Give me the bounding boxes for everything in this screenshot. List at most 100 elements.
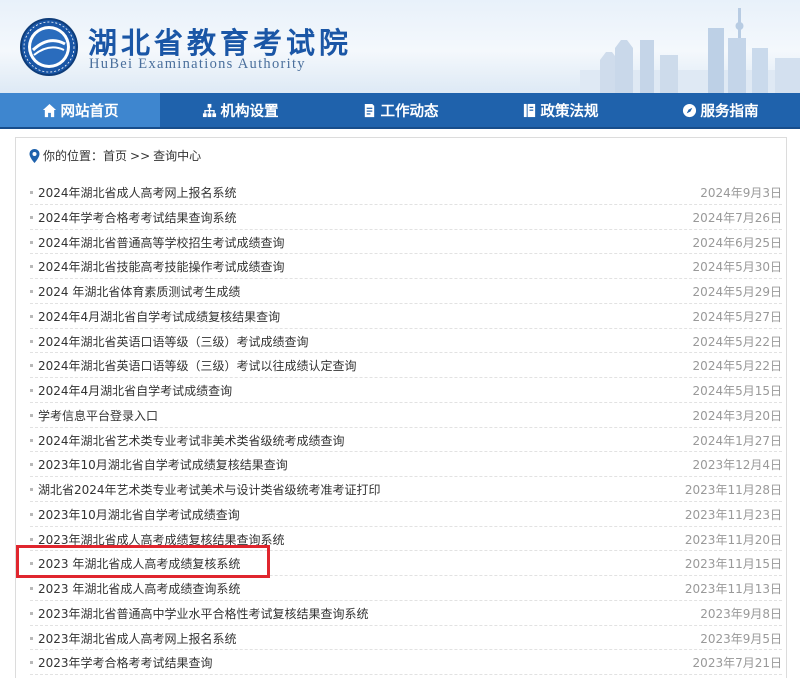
list-item-date: 2023年11月13日 [684, 582, 782, 596]
list-item-link[interactable]: 学考信息平台登录入口 [38, 407, 158, 424]
list-item: 2023年10月湖北省自学考试成绩查询 2023年11月23日 [30, 502, 782, 527]
list-item-link[interactable]: 2023 年湖北省成人高考成绩查询系统 [38, 580, 240, 597]
bullet-dot [30, 636, 33, 640]
nav-organization[interactable]: 机构设置 [160, 93, 320, 127]
list-item-link[interactable]: 2023年10月湖北省自学考试成绩复核结果查询 [38, 456, 288, 473]
nav-policy[interactable]: 政策法规 [480, 93, 640, 127]
site-header: 湖北省教育考试院 HuBei Examinations Authority [0, 0, 800, 93]
nav-home[interactable]: 网站首页 [0, 93, 160, 127]
list-item: 湖北省2024年艺术类专业考试美术与设计类省级统考准考证打印 2023年11月28… [30, 477, 782, 502]
list-item-link[interactable]: 2023年学考合格考考试结果查询 [38, 654, 213, 671]
bullet-dot [30, 661, 33, 665]
list-item-link[interactable]: 2024年4月湖北省自学考试成绩查询 [38, 382, 232, 399]
breadcrumb: 你的位置： 首页 >> 查询中心 [29, 147, 201, 164]
bullet-dot [30, 537, 33, 541]
list-item: 学考信息平台登录入口 2024年3月20日 [30, 403, 782, 428]
list-item: 2024年湖北省艺术类专业考试非美术类省级统考成绩查询 2024年1月27日 [30, 428, 782, 453]
list-item-date: 2024年7月26日 [692, 210, 782, 225]
list-item-date: 2024年5月29日 [692, 285, 782, 299]
list-item-date: 2024年6月25日 [692, 235, 782, 250]
query-list: 2024年湖北省成人高考网上报名系统 2024年9月3日 2024年学考合格考考试… [30, 180, 782, 675]
list-item-link[interactable]: 2024 年湖北省体育素质测试考生成绩 [38, 283, 240, 300]
policy-icon [523, 103, 535, 117]
list-item-date: 2023年12月4日 [692, 458, 782, 473]
bullet-dot [30, 413, 33, 417]
list-item-date: 2024年5月22日 [692, 334, 782, 349]
list-item-link[interactable]: 2024年4月湖北省自学考试成绩复核结果查询 [38, 308, 280, 325]
list-item-link[interactable]: 2024年湖北省技能高考技能操作考试成绩查询 [38, 258, 285, 275]
breadcrumb-current: 查询中心 [153, 149, 202, 163]
nav-home-label: 网站首页 [60, 103, 119, 120]
bullet-dot [30, 562, 33, 566]
breadcrumb-home-link[interactable]: 首页 [103, 147, 127, 164]
list-item: 2023年10月湖北省自学考试成绩复核结果查询 2023年12月4日 [30, 452, 782, 477]
breadcrumb-prefix: 你的位置： [43, 149, 104, 163]
list-item-date: 2024年5月15日 [692, 384, 782, 398]
bullet-dot [30, 265, 33, 269]
list-item-date: 2024年9月3日 [700, 186, 782, 200]
list-item-link[interactable]: 2024年湖北省成人高考网上报名系统 [38, 184, 237, 201]
bullet-dot [30, 290, 33, 293]
list-item: 2023年湖北省成人高考网上报名系统 2023年9月5日 [30, 626, 782, 651]
list-item: 2023年湖北省成人高考成绩复核结果查询系统 2023年11月20日 [30, 527, 782, 552]
list-item-date: 2023年9月8日 [700, 606, 782, 621]
list-item-link[interactable]: 2023 年湖北省成人高考成绩复核系统 [38, 555, 240, 572]
query-center-panel: 你的位置： 首页 >> 查询中心 2024年湖北省成人高考网上报名系统 2024年… [15, 137, 787, 678]
nav-work-news-label: 工作动态 [380, 103, 439, 120]
list-item-link[interactable]: 2024年湖北省普通高等学校招生考试成绩查询 [38, 234, 285, 251]
list-item-date: 2023年11月20日 [684, 532, 782, 547]
nav-organization-label: 机构设置 [220, 103, 279, 120]
bullet-dot [30, 215, 33, 219]
list-item: 2024年湖北省英语口语等级（三级）考试成绩查询 2024年5月22日 [30, 329, 782, 354]
compass-icon [682, 103, 696, 117]
bullet-dot [30, 512, 33, 516]
list-item-link[interactable]: 2023年湖北省成人高考网上报名系统 [38, 630, 237, 647]
list-item-link[interactable]: 2024年湖北省艺术类专业考试非美术类省级统考成绩查询 [38, 432, 345, 449]
bullet-dot [30, 611, 33, 615]
nav-service-guide-label: 服务指南 [700, 103, 759, 120]
list-item: 2024年湖北省普通高等学校招生考试成绩查询 2024年6月25日 [30, 230, 782, 255]
list-item-link[interactable]: 2023年湖北省普通高中学业水平合格性考试复核结果查询系统 [38, 605, 369, 622]
city-skyline-decoration [580, 8, 800, 93]
list-item-date: 2023年7月21日 [692, 656, 782, 671]
bullet-dot [30, 364, 33, 368]
site-subtitle: HuBei Examinations Authority [89, 56, 306, 72]
bullet-dot [30, 339, 33, 343]
bullet-dot [30, 191, 33, 194]
nav-work-news[interactable]: 工作动态 [320, 93, 480, 127]
breadcrumb-separator: >> [130, 148, 151, 163]
bullet-dot [30, 488, 33, 491]
list-item-date: 2024年5月30日 [692, 260, 782, 275]
bullet-dot [30, 389, 33, 392]
list-item-date: 2024年5月22日 [692, 359, 782, 374]
list-item-link[interactable]: 2024年湖北省英语口语等级（三级）考试成绩查询 [38, 333, 309, 350]
nav-policy-label: 政策法规 [540, 103, 599, 120]
list-item-date: 2024年1月27日 [692, 433, 782, 448]
list-item: 2023 年湖北省成人高考成绩查询系统 2023年11月13日 [30, 576, 782, 601]
location-pin-icon [29, 148, 40, 163]
bullet-dot [30, 587, 33, 590]
bullet-dot [30, 463, 33, 467]
list-item: 2024年湖北省英语口语等级（三级）考试以往成绩认定查询 2024年5月22日 [30, 353, 782, 378]
org-chart-icon [202, 103, 216, 117]
bullet-dot [30, 438, 33, 442]
list-item-link[interactable]: 2024年湖北省英语口语等级（三级）考试以往成绩认定查询 [38, 357, 357, 374]
authority-logo-icon [20, 18, 78, 76]
list-item-highlighted: 2023 年湖北省成人高考成绩复核系统 2023年11月15日 [30, 551, 782, 576]
list-item-date: 2023年11月28日 [684, 483, 782, 497]
list-item: 2024年湖北省成人高考网上报名系统 2024年9月3日 [30, 180, 782, 205]
list-item-date: 2024年3月20日 [692, 408, 782, 423]
list-item-date: 2023年11月23日 [684, 507, 782, 522]
list-item-link[interactable]: 2023年10月湖北省自学考试成绩查询 [38, 506, 240, 523]
list-item-date: 2023年9月5日 [700, 631, 782, 646]
list-item: 2024年湖北省技能高考技能操作考试成绩查询 2024年5月30日 [30, 254, 782, 279]
list-item: 2023年学考合格考考试结果查询 2023年7月21日 [30, 650, 782, 675]
nav-service-guide[interactable]: 服务指南 [640, 93, 800, 127]
home-icon [42, 103, 56, 117]
list-item: 2024年4月湖北省自学考试成绩查询 2024年5月15日 [30, 378, 782, 403]
list-item-link[interactable]: 湖北省2024年艺术类专业考试美术与设计类省级统考准考证打印 [38, 481, 381, 498]
list-item: 2023年湖北省普通高中学业水平合格性考试复核结果查询系统 2023年9月8日 [30, 601, 782, 626]
list-item-link[interactable]: 2024年学考合格考考试结果查询系统 [38, 209, 237, 226]
list-item: 2024 年湖北省体育素质测试考生成绩 2024年5月29日 [30, 279, 782, 304]
list-item-link[interactable]: 2023年湖北省成人高考成绩复核结果查询系统 [38, 531, 285, 548]
